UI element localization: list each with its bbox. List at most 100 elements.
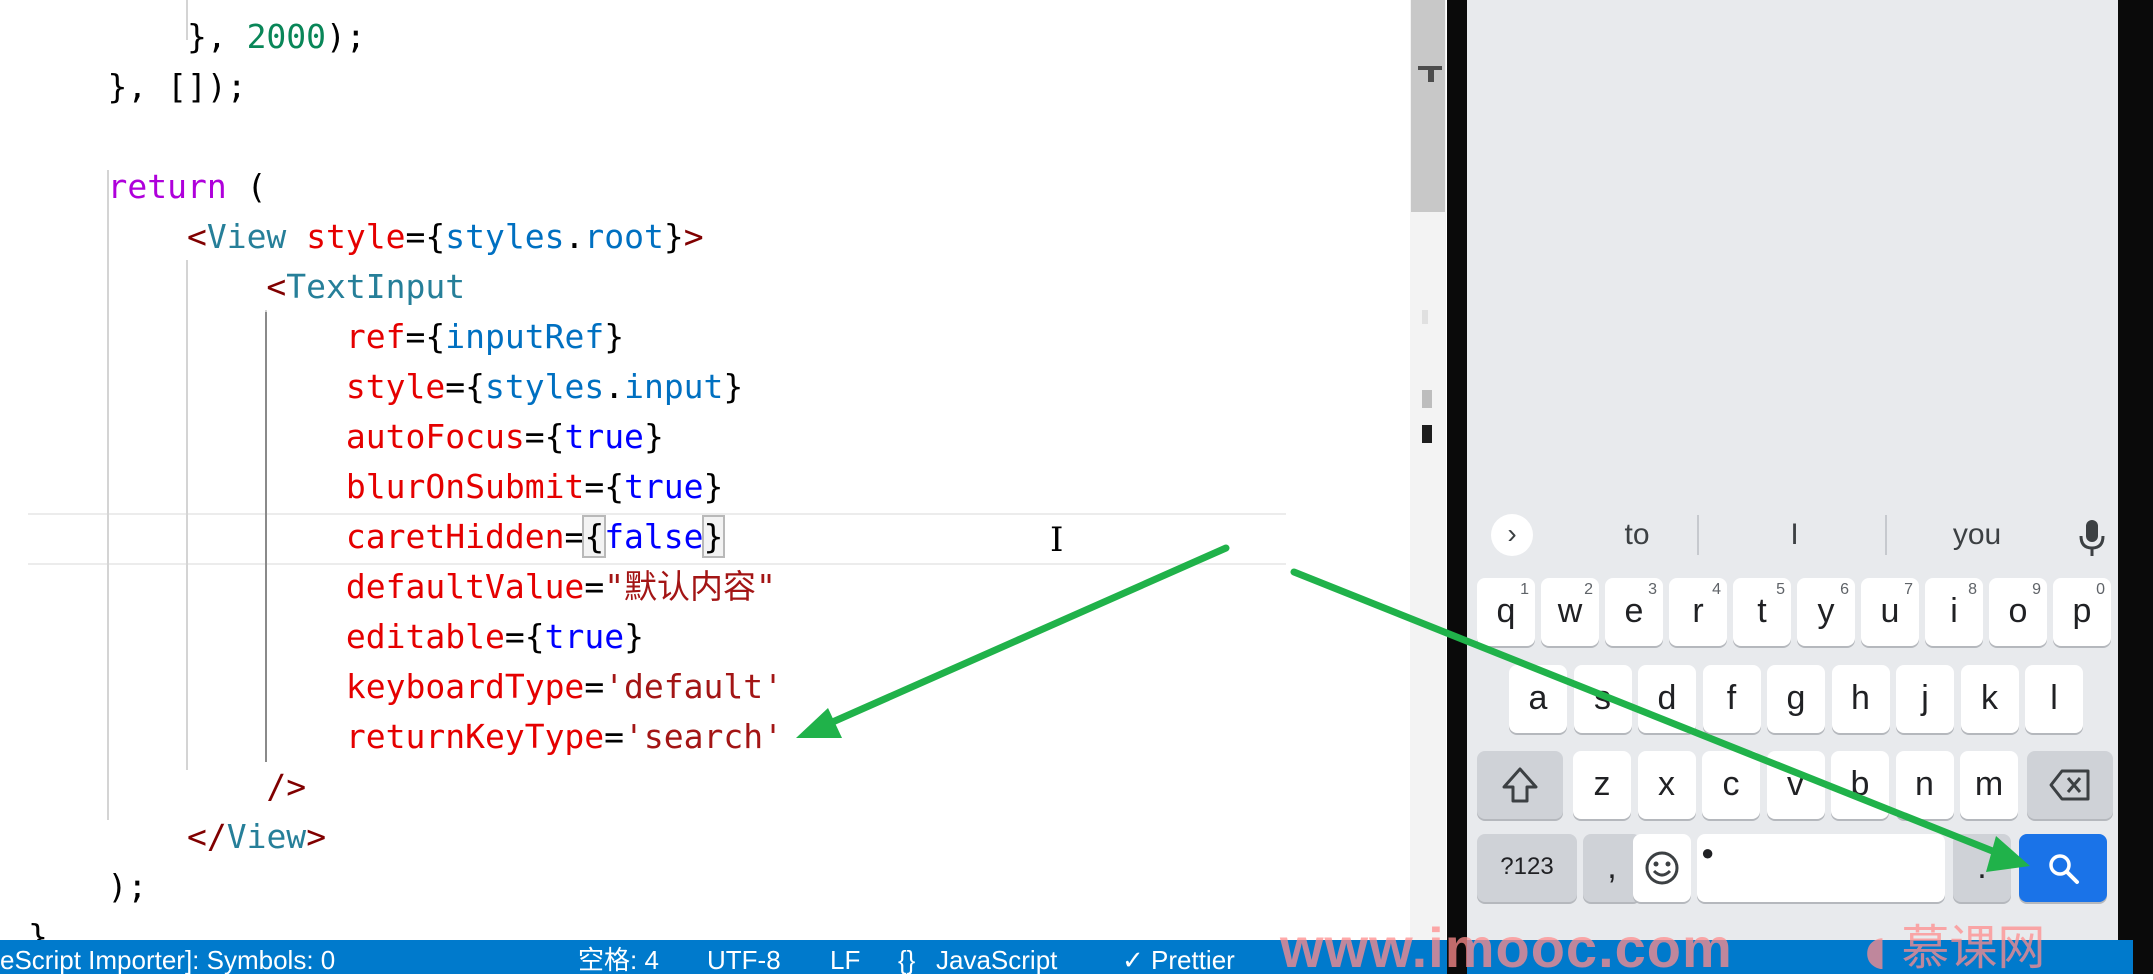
key-c[interactable]: c — [1702, 751, 1760, 819]
key-t[interactable]: t5 — [1733, 578, 1791, 646]
braces-icon: {} — [898, 945, 916, 975]
code-line: <TextInput — [28, 262, 465, 312]
suggestion-2[interactable]: I — [1707, 500, 1882, 570]
flame-logo-icon: ◖ — [1865, 928, 1887, 974]
symbols-key[interactable]: ?123 — [1477, 834, 1577, 902]
key-y[interactable]: y6 — [1797, 578, 1855, 646]
status-indentation[interactable]: 空格: 4 — [578, 940, 659, 975]
key-k-label: k — [1981, 679, 1998, 717]
code-token: input — [624, 367, 724, 406]
code-token: false — [604, 517, 704, 556]
code-token: 'search' — [624, 717, 783, 756]
code-token: > — [306, 817, 327, 856]
code-line: </View> — [28, 812, 326, 862]
code-token: = — [604, 717, 625, 756]
code-editor[interactable]: }, 2000); }, []); return ( <View style={… — [0, 0, 1415, 940]
code-token: = — [405, 317, 426, 356]
code-token: } — [624, 617, 644, 656]
search-icon — [2049, 854, 2079, 884]
status-language[interactable]: JavaScript — [936, 940, 1057, 975]
suggestion-1[interactable]: to — [1567, 500, 1707, 570]
code-token: 'default' — [604, 667, 783, 706]
status-importer[interactable]: eScript Importer]: Symbols: 0 — [0, 940, 335, 975]
shift-icon — [1502, 767, 1538, 803]
key-g-label: g — [1786, 679, 1806, 717]
key-q[interactable]: q1 — [1477, 578, 1535, 646]
status-eol[interactable]: LF — [830, 940, 860, 975]
suggestion-divider — [1697, 515, 1699, 555]
key-d[interactable]: d — [1638, 665, 1696, 733]
key-m[interactable]: m — [1960, 751, 2018, 819]
code-line: blurOnSubmit={true} — [28, 462, 724, 512]
key-i[interactable]: i8 — [1925, 578, 1983, 646]
key-j[interactable]: j — [1896, 665, 1954, 733]
status-encoding[interactable]: UTF-8 — [707, 940, 781, 975]
key-k[interactable]: k — [1960, 665, 2019, 733]
key-g[interactable]: g — [1767, 665, 1825, 733]
period-key[interactable]: . — [1953, 834, 2011, 902]
code-token: = — [584, 667, 605, 706]
key-x-label: x — [1658, 765, 1675, 803]
key-b-label: b — [1850, 765, 1870, 803]
expand-toolbar-button[interactable]: › — [1491, 514, 1533, 556]
key-t-hint: 5 — [1776, 581, 1785, 598]
key-e[interactable]: e3 — [1605, 578, 1663, 646]
key-s[interactable]: s — [1573, 665, 1632, 733]
code-token: editable — [345, 617, 505, 656]
window-divider — [1447, 0, 1467, 974]
code-token: { — [524, 617, 545, 656]
key-o[interactable]: o9 — [1989, 578, 2047, 646]
key-v[interactable]: v — [1766, 751, 1825, 819]
code-line: style={styles.input} — [28, 362, 743, 412]
code-token: } — [663, 217, 684, 256]
key-y-hint: 6 — [1840, 581, 1849, 598]
paw-icon: ● — [1701, 840, 1715, 865]
code-token: style — [306, 217, 406, 256]
keyboard-suggestion-bar: › to I you — [1467, 500, 2118, 570]
code-token: } — [643, 417, 664, 456]
code-token: }, — [186, 17, 247, 56]
key-p-hint: 0 — [2096, 581, 2105, 598]
code-token: } — [604, 317, 625, 356]
status-prettier[interactable]: ✓ Prettier — [1122, 940, 1235, 975]
key-n[interactable]: n — [1895, 751, 1954, 819]
key-b[interactable]: b — [1831, 751, 1889, 819]
space-key[interactable]: ● — [1697, 834, 1945, 902]
watermark-brand-text: 慕课网 — [1901, 920, 2046, 976]
key-a-label: a — [1528, 679, 1548, 717]
key-z[interactable]: z — [1573, 751, 1631, 819]
key-u[interactable]: u7 — [1861, 578, 1919, 646]
code-line: defaultValue="默认内容" — [28, 562, 776, 612]
emoji-key[interactable] — [1633, 834, 1691, 902]
watermark-brand: ◖ 慕课网 — [1865, 922, 2045, 974]
key-p[interactable]: p0 — [2053, 578, 2111, 646]
key-h[interactable]: h — [1831, 665, 1890, 733]
code-token: = — [445, 367, 466, 406]
key-w[interactable]: w2 — [1541, 578, 1599, 646]
key-x[interactable]: x — [1637, 751, 1696, 819]
editor-scrollbar-thumb[interactable] — [1411, 0, 1445, 212]
suggestion-3[interactable]: you — [1897, 500, 2057, 570]
key-u-label: u — [1880, 592, 1900, 630]
key-l[interactable]: l — [2025, 665, 2083, 733]
key-j-label: j — [1921, 679, 1929, 717]
key-o-label: o — [2008, 592, 2028, 630]
microphone-icon[interactable] — [2077, 518, 2107, 558]
key-h-label: h — [1851, 679, 1870, 717]
key-u-hint: 7 — [1904, 581, 1913, 598]
backspace-key[interactable] — [2027, 751, 2113, 819]
text-cursor-ibeam-icon: I — [1050, 520, 1064, 560]
shift-key[interactable] — [1477, 751, 1563, 819]
key-a[interactable]: a — [1509, 665, 1567, 733]
code-token: View — [206, 217, 287, 256]
code-token: defaultValue — [345, 567, 585, 606]
key-q-label: q — [1496, 592, 1516, 630]
key-r[interactable]: r4 — [1669, 578, 1727, 646]
key-f[interactable]: f — [1702, 665, 1761, 733]
key-e-label: e — [1624, 592, 1644, 630]
search-key[interactable] — [2019, 834, 2107, 902]
